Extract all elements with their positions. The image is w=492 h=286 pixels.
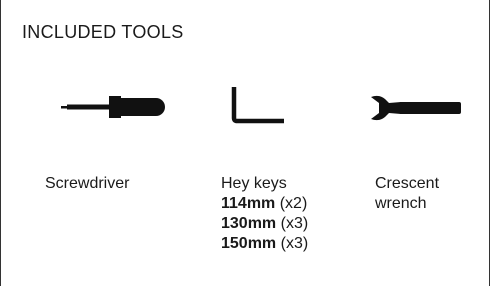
hex-keys-label: Hey keys 114mm (x2) 130mm (x3) 150mm (x3… bbox=[221, 174, 308, 254]
wrench-name-line2: wrench bbox=[375, 195, 427, 212]
screwdriver-icon bbox=[61, 96, 171, 118]
hex-key-size: 150mm bbox=[221, 235, 277, 252]
hex-key-size: 130mm bbox=[221, 215, 277, 232]
hex-key-qty: (x3) bbox=[280, 235, 309, 252]
screwdriver-name: Screwdriver bbox=[45, 175, 130, 192]
hex-key-size-row: 130mm (x3) bbox=[221, 214, 308, 234]
hex-keys-name: Hey keys bbox=[221, 175, 287, 192]
wrench-name-line1: Crescent bbox=[375, 175, 440, 192]
hex-key-size: 114mm bbox=[221, 195, 276, 212]
wrench-label: Crescent wrench bbox=[375, 174, 439, 214]
hex-key-qty: (x3) bbox=[280, 215, 309, 232]
section-title: INCLUDED TOOLS bbox=[22, 22, 184, 42]
screwdriver-label: Screwdriver bbox=[45, 174, 129, 194]
hex-key-size-row: 114mm (x2) bbox=[221, 194, 308, 214]
included-tools-panel: INCLUDED TOOLS Screwdriver Hey keys 114m… bbox=[0, 0, 490, 286]
hex-key-size-row: 150mm (x3) bbox=[221, 234, 308, 254]
hex-key-icon bbox=[231, 84, 286, 124]
wrench-icon bbox=[371, 94, 461, 122]
hex-key-qty: (x2) bbox=[279, 195, 308, 212]
